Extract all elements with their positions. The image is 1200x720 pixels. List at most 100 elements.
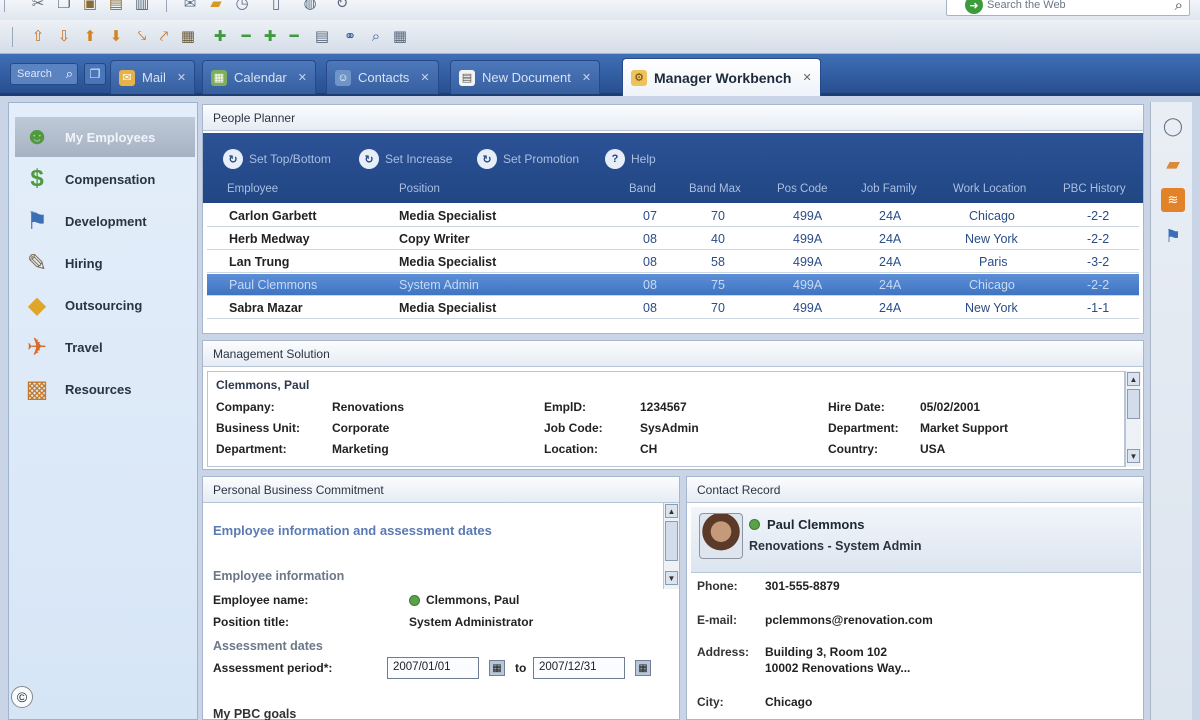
column-header-band[interactable]: Band xyxy=(629,183,656,195)
table-row[interactable]: Carlon Garbett Media Specialist 07 70 49… xyxy=(207,205,1139,227)
refresh-icon[interactable]: ↻ xyxy=(332,0,352,12)
set-increase-button[interactable]: ↻ Set Increase xyxy=(359,149,452,169)
scroll-up-icon[interactable]: ▲ xyxy=(1127,372,1140,386)
cell-employee: Carlon Garbett xyxy=(229,209,317,223)
tab-contacts[interactable]: ☺ Contacts ✕ xyxy=(326,60,439,94)
move-down-icon[interactable]: ⬇ xyxy=(106,27,126,45)
notes-icon[interactable]: ▰ xyxy=(1161,152,1185,176)
close-icon[interactable]: ✕ xyxy=(177,71,186,84)
move-up-icon[interactable]: ⬆ xyxy=(80,27,100,45)
save-icon[interactable]: ▥ xyxy=(132,0,152,12)
help-button[interactable]: ? Help xyxy=(605,149,656,169)
sidebar-item-development[interactable]: ⚑ Development xyxy=(15,201,195,241)
column-header-job-family[interactable]: Job Family xyxy=(861,183,917,195)
find-icon[interactable]: ⌕ xyxy=(366,27,386,45)
scrollbar[interactable]: ▲ ▼ xyxy=(663,503,679,589)
copy-icon[interactable]: ❐ xyxy=(54,0,74,12)
table-row[interactable]: Herb Medway Copy Writer 08 40 499A 24A N… xyxy=(207,228,1139,250)
toolbar-separator xyxy=(12,27,13,47)
sidebar-item-label: Outsourcing xyxy=(65,297,143,313)
web-search-input[interactable]: Search the Web xyxy=(987,0,1175,11)
table-row[interactable]: Lan Trung Media Specialist 08 58 499A 24… xyxy=(207,251,1139,273)
search-icon[interactable]: ⌕ xyxy=(66,66,73,82)
panel-header: People Planner xyxy=(203,105,1143,131)
binoculars-icon[interactable]: ⚭ xyxy=(340,27,360,45)
cell-pos-code: 499A xyxy=(793,255,823,269)
sidebar-item-outsourcing[interactable]: ◆ Outsourcing xyxy=(15,285,195,325)
close-icon[interactable]: ✕ xyxy=(420,71,429,84)
outdent-icon[interactable]: ⤤ xyxy=(154,27,174,45)
tab-new-document[interactable]: ▤ New Document ✕ xyxy=(450,60,601,94)
paste-icon[interactable]: ▣ xyxy=(80,0,100,12)
add-icon[interactable]: ✚ xyxy=(210,27,230,45)
column-header-pos-code[interactable]: Pos Code xyxy=(777,183,828,195)
chat-icon[interactable]: ◯ xyxy=(1161,114,1185,138)
search-icon[interactable]: ⌕ xyxy=(1175,0,1183,14)
collapse-icon[interactable]: ━ xyxy=(284,27,304,45)
web-search-box[interactable]: ➜ Search the Web ⌕ xyxy=(946,0,1190,16)
tab-search-input[interactable]: Search ⌕ xyxy=(10,63,78,85)
table-icon[interactable]: ▦ xyxy=(178,27,198,45)
column-header-employee[interactable]: Employee xyxy=(227,183,278,195)
cut-icon[interactable]: ✂ xyxy=(28,0,48,12)
column-header-work-location[interactable]: Work Location xyxy=(953,183,1026,195)
date-to-input[interactable]: 2007/12/31 xyxy=(533,657,625,679)
close-icon[interactable]: ✕ xyxy=(298,71,307,84)
sidebar-item-travel[interactable]: ✈ Travel xyxy=(15,327,195,367)
cell-work-location: New York xyxy=(965,301,1018,315)
calendar-icon[interactable]: ▦ xyxy=(489,660,505,676)
column-header-pbc-history[interactable]: PBC History xyxy=(1063,183,1126,195)
table-row[interactable]: Sabra Mazar Media Specialist 08 70 499A … xyxy=(207,297,1139,319)
tab-manager-workbench[interactable]: ⚙ Manager Workbench ✕ xyxy=(622,58,821,96)
sidebar-item-hiring[interactable]: ✎ Hiring xyxy=(15,243,195,283)
cell-position: System Admin xyxy=(399,278,479,292)
demote-icon[interactable]: ⇩ xyxy=(54,27,74,45)
scroll-down-icon[interactable]: ▼ xyxy=(1127,449,1140,463)
tab-calendar[interactable]: ▦ Calendar ✕ xyxy=(202,60,316,94)
scroll-thumb[interactable] xyxy=(1127,389,1140,419)
page-icon[interactable]: ▤ xyxy=(312,27,332,45)
promote-icon[interactable]: ⇧ xyxy=(28,27,48,45)
globe-icon[interactable]: ◍ xyxy=(300,0,320,12)
grid-icon[interactable]: ▦ xyxy=(390,27,410,45)
field-label: Department: xyxy=(828,421,899,435)
calendar-icon[interactable]: ▦ xyxy=(635,660,651,676)
scrollbar[interactable]: ▲ ▼ xyxy=(1125,371,1141,467)
sidebar-item-resources[interactable]: ▩ Resources xyxy=(15,369,195,409)
sidebar-item-my-employees[interactable]: ☻ My Employees xyxy=(15,117,195,157)
new-tab-button[interactable]: ❐ xyxy=(84,63,106,85)
new-doc-icon[interactable]: ▯ xyxy=(266,0,286,12)
column-header-band-max[interactable]: Band Max xyxy=(689,183,741,195)
column-header-position[interactable]: Position xyxy=(399,183,440,195)
close-icon[interactable]: ✕ xyxy=(802,71,811,84)
expand-icon[interactable]: ✚ xyxy=(260,27,280,45)
phone-value[interactable]: 301-555-8879 xyxy=(765,579,840,593)
go-icon[interactable]: ➜ xyxy=(965,0,983,14)
position-value: System Administrator xyxy=(409,615,534,629)
table-row-selected[interactable]: Paul Clemmons System Admin 08 75 499A 24… xyxy=(207,274,1139,296)
scroll-up-icon[interactable]: ▲ xyxy=(665,504,678,518)
print-icon[interactable]: ▤ xyxy=(106,0,126,12)
remove-icon[interactable]: ━ xyxy=(236,27,256,45)
mail-icon[interactable]: ✉ xyxy=(180,0,200,12)
clock-icon[interactable]: ◷ xyxy=(232,0,252,12)
help-icon: ? xyxy=(605,149,625,169)
city-label: City: xyxy=(697,695,724,709)
indent-icon[interactable]: ⤥ xyxy=(132,27,152,45)
right-rail: ◯ ▰ ≋ ⚑ xyxy=(1150,102,1192,720)
tab-mail[interactable]: ✉ Mail ✕ xyxy=(110,60,196,94)
flag-icon[interactable]: ⚑ xyxy=(1161,224,1185,248)
close-icon[interactable]: ✕ xyxy=(582,71,591,84)
date-from-input[interactable]: 2007/01/01 xyxy=(387,657,479,679)
cell-pbc-history: -3-2 xyxy=(1087,255,1110,269)
set-promotion-button[interactable]: ↻ Set Promotion xyxy=(477,149,579,169)
scroll-thumb[interactable] xyxy=(665,521,678,561)
cell-band: 07 xyxy=(643,209,657,223)
scroll-down-icon[interactable]: ▼ xyxy=(665,571,678,585)
email-link[interactable]: pclemmons@renovation.com xyxy=(765,613,933,627)
sidebar-item-compensation[interactable]: $ Compensation xyxy=(15,159,195,199)
feed-icon[interactable]: ≋ xyxy=(1161,188,1185,212)
folder-icon[interactable]: ▰ xyxy=(206,0,226,12)
city-value: Chicago xyxy=(765,695,813,709)
set-top-bottom-button[interactable]: ↻ Set Top/Bottom xyxy=(223,149,331,169)
